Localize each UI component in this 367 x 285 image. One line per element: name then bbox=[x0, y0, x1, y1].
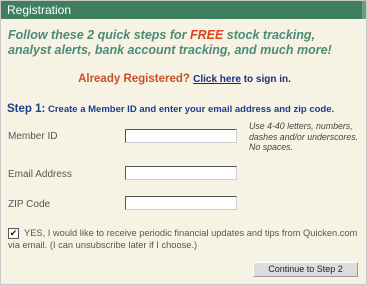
already-registered-label: Already Registered? bbox=[78, 73, 194, 85]
panel-header: Registration bbox=[1, 1, 366, 19]
continue-button[interactable]: Continue to Step 2 bbox=[253, 262, 358, 277]
sign-in-suffix: to sign in. bbox=[240, 74, 291, 85]
free-label: FREE bbox=[189, 28, 224, 42]
zip-input[interactable] bbox=[125, 196, 237, 210]
consent-text: YES, I would like to receive periodic fi… bbox=[8, 228, 358, 250]
step-instruction: Create a Member ID and enter your email … bbox=[45, 104, 335, 115]
promo-text: Follow these 2 quick steps for FREE stoc… bbox=[8, 28, 358, 58]
step-number: Step 1: bbox=[7, 103, 46, 115]
promo-lead: Follow these 2 quick steps for bbox=[8, 28, 190, 42]
email-label: Email Address bbox=[8, 169, 72, 180]
member-id-hint: Use 4-40 letters, numbers, dashes and/or… bbox=[249, 121, 359, 152]
registration-panel: Registration Follow these 2 quick steps … bbox=[0, 0, 367, 285]
member-id-input[interactable] bbox=[125, 129, 237, 143]
member-id-label: Member ID bbox=[8, 131, 58, 142]
panel-title: Registration bbox=[7, 3, 72, 17]
already-registered-line: Already Registered? Click here to sign i… bbox=[1, 73, 367, 85]
sign-in-link[interactable]: Click here bbox=[193, 74, 241, 85]
step-heading: Step 1: Create a Member ID and enter you… bbox=[7, 99, 365, 117]
email-input[interactable] bbox=[125, 166, 237, 180]
zip-label: ZIP Code bbox=[8, 199, 51, 210]
header-edge bbox=[362, 1, 366, 19]
